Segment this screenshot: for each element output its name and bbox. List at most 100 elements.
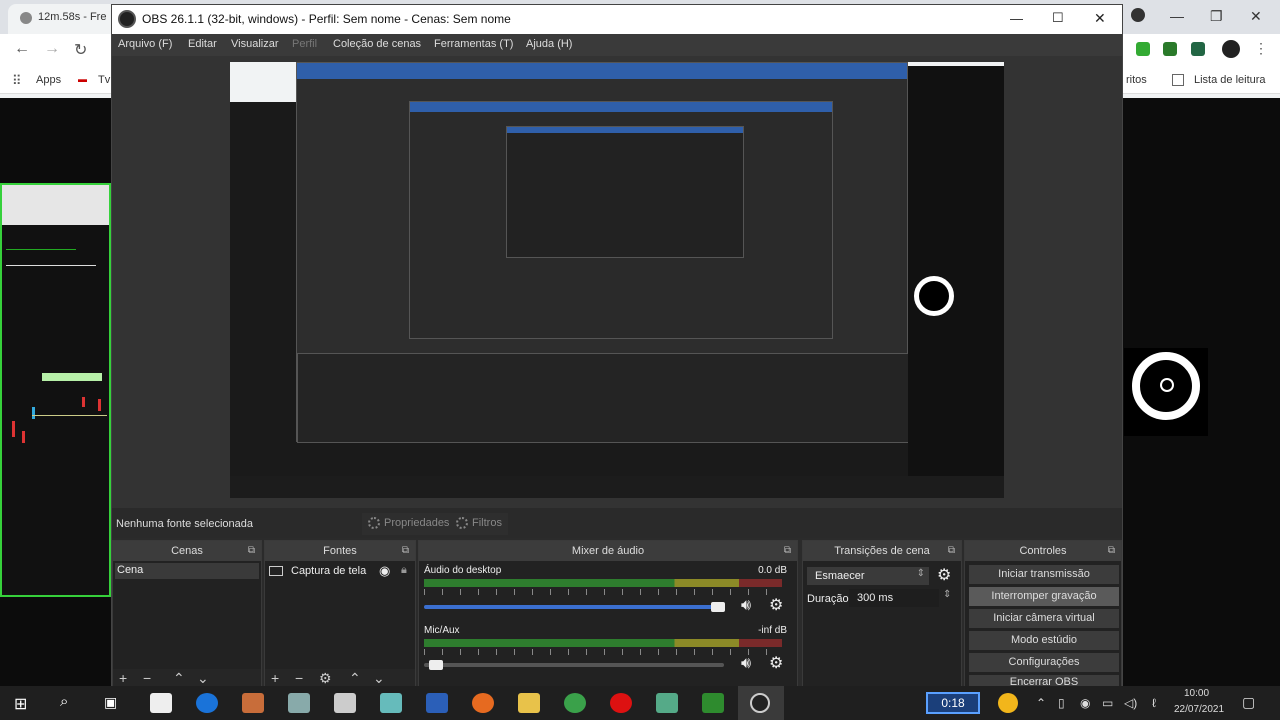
undock-icon[interactable]: ⧉ — [1108, 545, 1115, 556]
clock-time[interactable]: 10:00 — [1184, 688, 1209, 699]
app-icon[interactable] — [702, 693, 724, 713]
obs-preview-area[interactable] — [112, 56, 1122, 508]
duration-label: Duração — [807, 593, 849, 605]
menu-scene-collection[interactable]: Coleção de cenas — [333, 38, 421, 50]
avatar[interactable] — [1222, 40, 1240, 58]
scene-item[interactable]: Cena — [115, 563, 259, 579]
volume-icon[interactable]: ◁) — [1124, 696, 1137, 710]
chart-line — [6, 265, 96, 266]
filters-button[interactable]: Filtros — [450, 513, 508, 535]
speaker-icon[interactable]: 🔊︎ — [741, 597, 751, 615]
move-down-icon[interactable]: ⌄ — [373, 670, 385, 687]
task-view-icon[interactable]: ▣ — [104, 694, 117, 711]
calculator-icon[interactable] — [334, 693, 356, 713]
menu-dots-icon[interactable]: ⋮ — [1254, 40, 1268, 57]
minimize-icon[interactable]: — — [1170, 8, 1184, 24]
bookmark-favorites-partial[interactable]: ritos — [1126, 74, 1147, 86]
no-source-label: Nenhuma fonte selecionada — [116, 518, 253, 530]
tray-icon[interactable]: ▯ — [1058, 696, 1065, 710]
tray-icon[interactable]: ◉ — [1080, 696, 1090, 710]
recording-timer-badge[interactable]: 0:18 — [926, 692, 980, 714]
menu-file[interactable]: Arquivo (F) — [118, 38, 172, 50]
mail-icon[interactable] — [150, 693, 172, 713]
candle-bar — [98, 399, 101, 411]
reload-icon[interactable]: ↻ — [74, 40, 87, 60]
reading-list-link[interactable]: Lista de leitura — [1194, 74, 1266, 86]
app-icon[interactable] — [656, 693, 678, 713]
visibility-eye-icon[interactable]: ◉ — [379, 563, 390, 579]
menu-edit[interactable]: Editar — [188, 38, 217, 50]
menu-profile[interactable]: Perfil — [292, 38, 317, 50]
undock-icon[interactable]: ⧉ — [784, 545, 791, 556]
volume-slider-handle[interactable] — [429, 660, 443, 670]
extension-puzzle-icon[interactable] — [1163, 42, 1177, 56]
menu-tools[interactable]: Ferramentas (T) — [434, 38, 513, 50]
maximize-icon[interactable]: ☐ — [1052, 10, 1064, 26]
forward-icon[interactable]: → — [44, 40, 60, 58]
trading-highlight-row — [42, 373, 102, 381]
undock-icon[interactable]: ⧉ — [948, 545, 955, 556]
bookmark-apps[interactable]: Apps — [36, 74, 61, 86]
minimize-icon[interactable]: — — [1010, 11, 1023, 26]
move-down-icon[interactable]: ⌄ — [197, 670, 209, 687]
close-icon[interactable]: ✕ — [1094, 10, 1106, 27]
close-icon[interactable]: ✕ — [1250, 8, 1262, 25]
move-up-icon[interactable]: ⌃ — [349, 670, 361, 687]
gear-icon[interactable]: ⚙ — [937, 565, 951, 585]
menu-view[interactable]: Visualizar — [231, 38, 279, 50]
sources-dock: Fontes ⧉ Captura de tela ◉ 🔒︎ + − ⚙ ⌃ ⌄ — [264, 540, 416, 690]
gear-icon[interactable]: ⚙ — [769, 653, 783, 673]
edge-icon[interactable] — [196, 693, 218, 713]
add-icon[interactable]: + — [271, 670, 279, 686]
search-icon[interactable]: ⌕ — [60, 693, 68, 710]
menu-help[interactable]: Ajuda (H) — [526, 38, 572, 50]
gear-icon[interactable]: ⚙ — [769, 595, 783, 615]
remove-icon[interactable]: − — [295, 670, 303, 686]
volume-slider-handle[interactable] — [711, 602, 725, 612]
volume-slider[interactable] — [424, 663, 724, 667]
network-icon[interactable]: ▭ — [1102, 696, 1113, 710]
app-icon[interactable] — [288, 693, 310, 713]
chrome-icon[interactable] — [564, 693, 586, 713]
filters-label: Filtros — [472, 517, 502, 529]
language-icon[interactable]: ℓ — [1152, 696, 1156, 710]
source-item[interactable]: Captura de tela ◉ 🔒︎ — [269, 563, 413, 581]
start-virtual-camera-button[interactable]: Iniciar câmera virtual — [969, 609, 1119, 628]
chevron-updown-icon[interactable]: ⇕ — [943, 589, 951, 600]
start-streaming-button[interactable]: Iniciar transmissão — [969, 565, 1119, 584]
add-icon[interactable]: + — [119, 670, 127, 686]
undock-icon[interactable]: ⧉ — [248, 545, 255, 556]
word-icon[interactable] — [426, 693, 448, 713]
studio-mode-button[interactable]: Modo estúdio — [969, 631, 1119, 650]
remove-icon[interactable]: − — [143, 670, 151, 686]
app-icon[interactable] — [380, 693, 402, 713]
clock-date[interactable]: 22/07/2021 — [1174, 704, 1224, 715]
chart-line — [6, 249, 76, 250]
undock-icon[interactable]: ⧉ — [402, 545, 409, 556]
settings-button[interactable]: Configurações — [969, 653, 1119, 672]
duration-input[interactable]: 300 ms — [849, 589, 939, 607]
properties-button[interactable]: Propriedades — [362, 513, 456, 535]
stop-recording-button[interactable]: Interromper gravação — [969, 587, 1119, 606]
back-icon[interactable]: ← — [14, 40, 30, 58]
browser-tab[interactable]: 12m.58s - Fre — [8, 4, 118, 34]
move-up-icon[interactable]: ⌃ — [173, 670, 185, 687]
file-explorer-icon[interactable] — [518, 693, 540, 713]
profile-icon[interactable] — [1131, 8, 1145, 22]
extension-icon[interactable] — [1191, 42, 1205, 56]
opera-icon[interactable] — [610, 693, 632, 713]
extension-shield-icon[interactable] — [1136, 42, 1150, 56]
weather-icon[interactable] — [998, 693, 1018, 713]
notifications-icon[interactable]: ▢ — [1242, 694, 1255, 711]
maximize-icon[interactable]: ❐ — [1210, 8, 1223, 25]
app-icon[interactable] — [242, 693, 264, 713]
chevron-up-icon[interactable]: ⌃ — [1036, 696, 1046, 710]
firefox-icon[interactable] — [472, 693, 494, 713]
volume-slider[interactable] — [424, 605, 718, 609]
speaker-icon[interactable]: 🔊︎ — [741, 655, 751, 673]
lock-icon[interactable]: 🔒︎ — [401, 564, 407, 577]
windows-start-icon[interactable]: ⊞ — [14, 694, 27, 714]
transition-select[interactable]: Esmaecer ⇕ — [807, 567, 929, 585]
bookmark-tv[interactable]: Tv — [98, 74, 110, 86]
gear-icon[interactable]: ⚙ — [319, 670, 332, 687]
